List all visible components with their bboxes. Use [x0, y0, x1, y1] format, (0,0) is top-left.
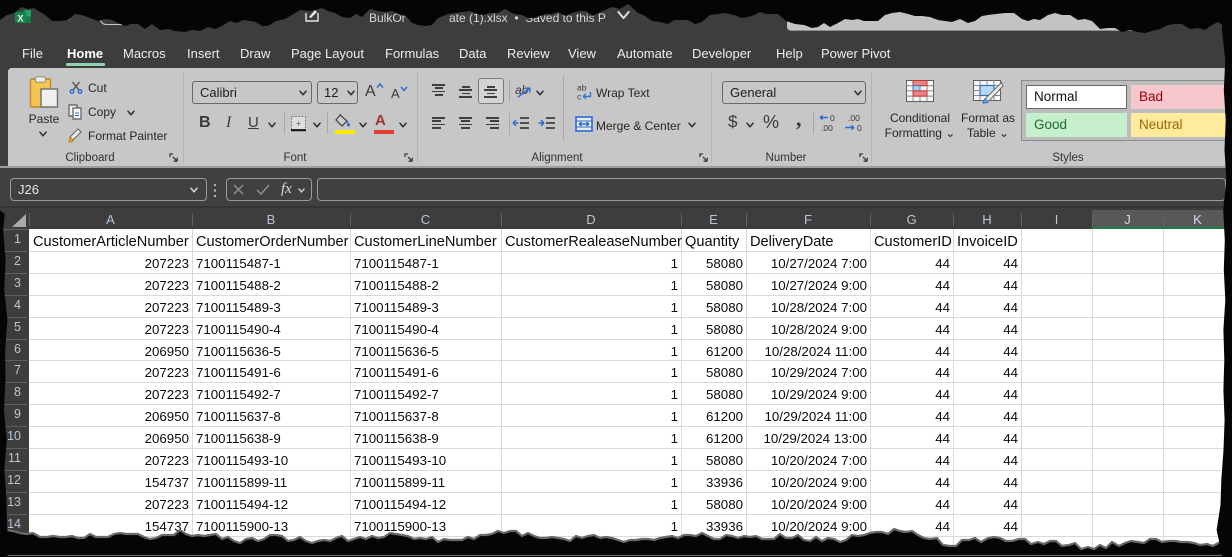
svg-text:c: c [577, 92, 582, 102]
svg-text:0: 0 [830, 113, 835, 123]
svg-text:.00: .00 [821, 123, 833, 133]
svg-text:.00: .00 [848, 113, 860, 123]
svg-text:0: 0 [857, 123, 862, 133]
